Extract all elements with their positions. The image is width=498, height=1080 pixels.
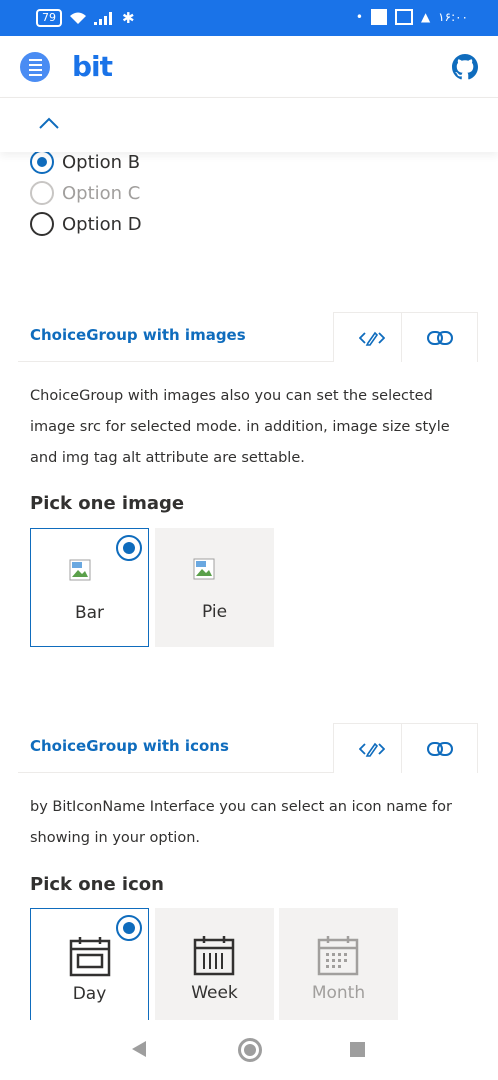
calendar-day-icon	[69, 937, 111, 977]
code-edit-icon	[358, 331, 385, 346]
images-section-description: ChoiceGroup with images also you can set…	[30, 388, 450, 466]
sim-icon	[394, 9, 413, 25]
view-code-button[interactable]	[333, 723, 410, 773]
broken-image-icon	[69, 559, 91, 581]
calendar-week-icon	[193, 936, 235, 976]
github-icon[interactable]	[452, 54, 478, 80]
selected-radio-icon	[116, 535, 142, 561]
back-icon[interactable]	[130, 1040, 148, 1058]
pick-icon-label: Pick one icon	[30, 874, 164, 895]
recent-apps-icon[interactable]	[350, 1042, 365, 1057]
app-logo[interactable]: bit	[72, 50, 113, 83]
selected-radio-icon	[116, 915, 142, 941]
status-bar: 79 ✱ • ▲ ۱۶:۰۰	[0, 0, 498, 36]
section-title: ChoiceGroup with images	[30, 326, 246, 344]
icon-option-week[interactable]: Week	[155, 908, 274, 1027]
radio-option-c: Option C	[30, 181, 140, 205]
icon-option-month: Month	[279, 908, 398, 1027]
icon-option-day[interactable]: Day	[30, 908, 149, 1027]
clock: ۱۶:۰۰	[438, 10, 468, 24]
bluetooth-icon: ✱	[122, 9, 135, 27]
tile-label: Pie	[201, 602, 228, 622]
image-option-bar[interactable]: Bar	[30, 528, 149, 647]
code-edit-icon	[358, 742, 385, 757]
broken-image-icon	[193, 558, 215, 580]
collapse-bar	[0, 98, 498, 152]
pick-image-label: Pick one image	[30, 493, 185, 514]
copy-link-button[interactable]	[401, 723, 478, 773]
radio-button[interactable]	[30, 150, 54, 174]
menu-icon	[28, 58, 42, 61]
menu-button[interactable]	[20, 52, 50, 82]
radio-label: Option C	[62, 182, 141, 204]
tile-label: Day	[72, 984, 107, 1004]
signal-icon	[94, 12, 112, 25]
radio-option-d[interactable]: Option D	[30, 212, 142, 236]
copy-link-button[interactable]	[401, 312, 478, 362]
image-option-pie[interactable]: Pie	[155, 528, 274, 647]
radio-option-b[interactable]: Option B	[30, 150, 140, 174]
system-nav-bar	[0, 1020, 498, 1080]
app-header: bit	[0, 36, 498, 98]
radio-label: Option B	[62, 151, 141, 173]
tile-label: Month	[311, 983, 366, 1003]
home-icon[interactable]	[238, 1038, 262, 1062]
battery-indicator: 79	[36, 9, 62, 27]
chevron-up-icon[interactable]	[38, 116, 60, 130]
radio-button[interactable]	[30, 212, 54, 236]
section-title: ChoiceGroup with icons	[30, 737, 229, 755]
warning-icon: ▲	[420, 10, 431, 24]
notification-icon	[370, 9, 387, 25]
view-code-button[interactable]	[333, 312, 410, 362]
dot-icon: •	[355, 10, 363, 24]
icons-section-header: ChoiceGroup with icons	[18, 723, 478, 773]
tile-label: Week	[191, 983, 238, 1003]
tile-label: Bar	[74, 603, 105, 623]
radio-label: Option D	[62, 213, 142, 235]
radio-button	[30, 181, 54, 205]
images-section-header: ChoiceGroup with images	[18, 312, 478, 362]
link-icon	[426, 330, 453, 345]
calendar-month-icon	[317, 936, 359, 976]
link-icon	[426, 741, 453, 756]
wifi-icon	[70, 12, 86, 24]
icons-section-description: by BitIconName Interface you can select …	[30, 799, 452, 846]
